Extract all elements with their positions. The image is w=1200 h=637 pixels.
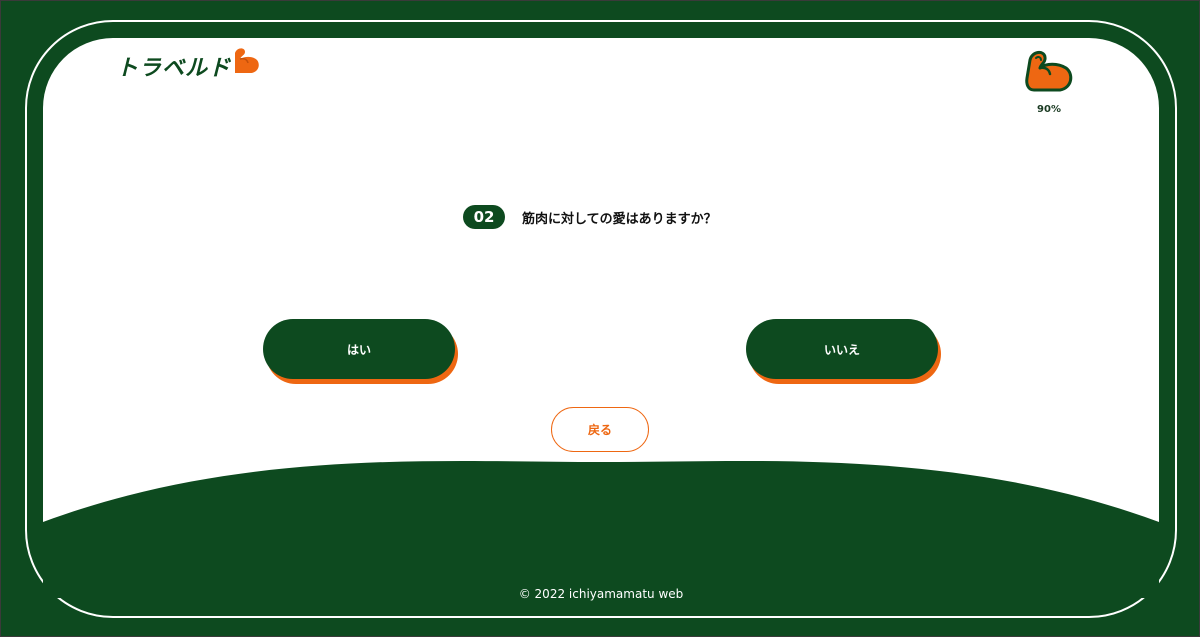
app-frame: トラベルド 90% 02 筋肉に対しての愛はありますか？ はい いいえ 戻る ©… bbox=[0, 0, 1200, 637]
question-number-badge: 02 bbox=[463, 205, 505, 229]
content-card: トラベルド 90% 02 筋肉に対しての愛はありますか？ はい いいえ 戻る bbox=[43, 38, 1159, 598]
footer-hill bbox=[43, 460, 1159, 598]
question-text: 筋肉に対しての愛はありますか？ bbox=[522, 211, 717, 227]
no-button-label[interactable]: いいえ bbox=[746, 319, 938, 379]
flexed-bicep-icon bbox=[1025, 51, 1073, 92]
logo-text: トラベルド bbox=[116, 56, 232, 81]
no-button[interactable]: いいえ bbox=[746, 319, 941, 384]
bicep-logo-icon bbox=[235, 48, 259, 73]
yes-button-label[interactable]: はい bbox=[263, 319, 455, 379]
muscle-meter: 90% bbox=[1018, 48, 1080, 115]
meter-percentage: 90% bbox=[1037, 104, 1061, 115]
brand-logo[interactable]: トラベルド bbox=[116, 48, 261, 82]
back-button[interactable]: 戻る bbox=[551, 407, 649, 452]
yes-button[interactable]: はい bbox=[263, 319, 458, 384]
copyright-footer: © 2022 ichiyamamatu web bbox=[518, 587, 684, 601]
question-row: 02 筋肉に対しての愛はありますか？ bbox=[463, 205, 717, 229]
